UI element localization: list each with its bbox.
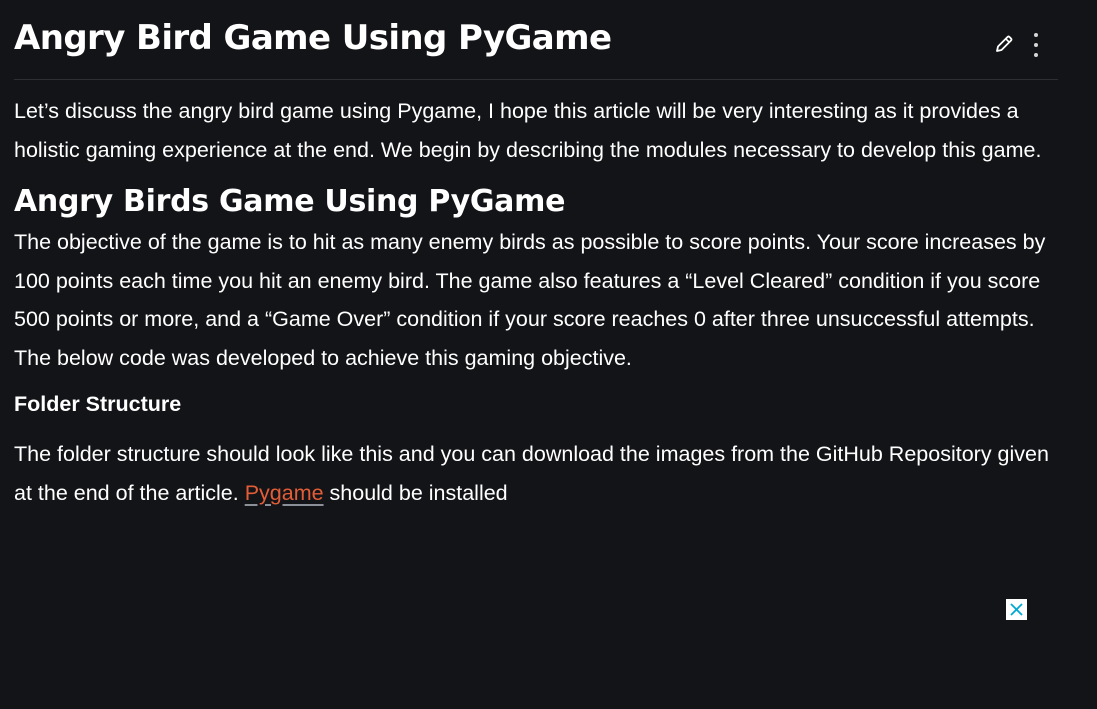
pygame-link[interactable]: Pygame [245,481,324,505]
edit-button[interactable] [993,33,1015,55]
article-body: Let’s discuss the angry bird game using … [14,92,1064,512]
more-options-button[interactable] [1026,31,1046,59]
article-page: Angry Bird Game Using PyGame Let’s discu… [0,0,1097,709]
ad-close-button[interactable] [1006,599,1027,620]
folder-structure-heading: Folder Structure [14,392,182,416]
folder-text-before: The folder structure should look like th… [14,442,1049,505]
article-header: Angry Bird Game Using PyGame [14,0,1058,80]
objective-paragraph: The objective of the game is to hit as m… [14,230,1046,370]
more-vertical-icon [1034,33,1038,57]
intro-paragraph: Let’s discuss the angry bird game using … [14,99,1042,162]
pencil-icon [996,35,1013,52]
folder-text-after: should be installed [323,480,508,505]
section-heading: Angry Birds Game Using PyGame [14,184,566,219]
close-icon [1010,603,1023,616]
article-title: Angry Bird Game Using PyGame [14,18,612,58]
folder-structure-paragraph: The folder structure should look like th… [14,435,1064,512]
